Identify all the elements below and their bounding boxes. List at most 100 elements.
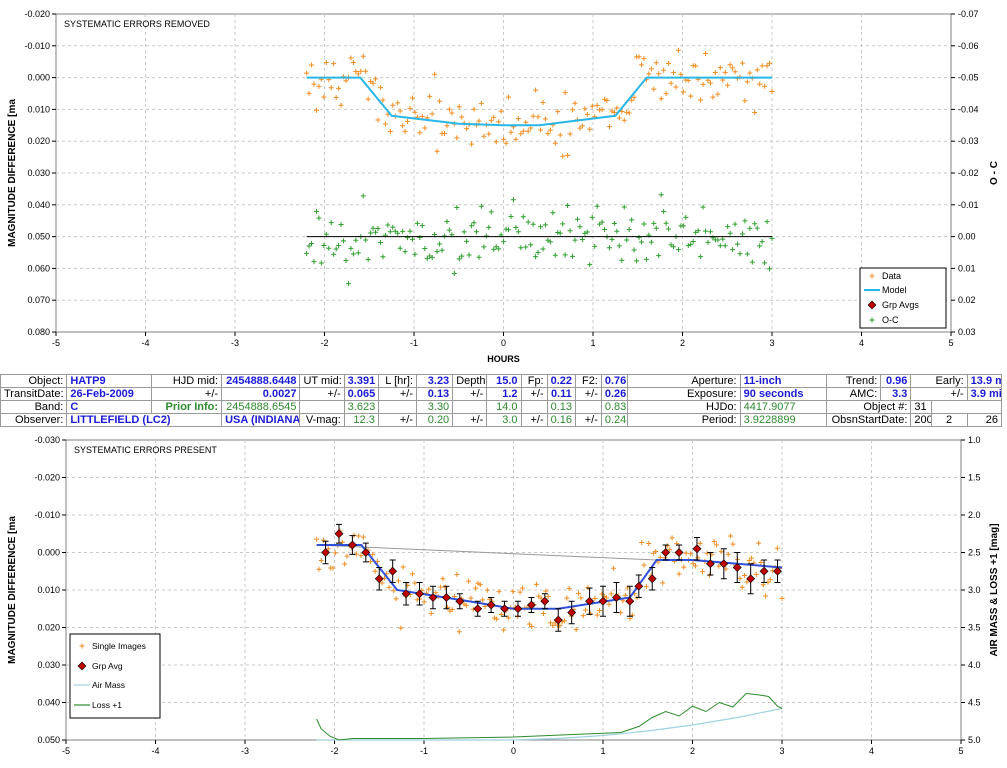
top-legend: Data Model Grp Avgs O-C — [859, 267, 947, 329]
y-tick-label: 0.050 — [27, 232, 50, 242]
y2-tick-label: 0.00 — [958, 232, 976, 242]
depth-err-label: +/- — [452, 387, 488, 401]
hjd-err-value: 0.0027 — [221, 387, 301, 401]
fp-label: Fp: — [520, 374, 548, 388]
y-axis-label: MAGNITUDE DIFFERENCE [ma — [7, 99, 18, 247]
ut-mid-value: 3.391 — [343, 374, 379, 388]
x-tick-label: 4 — [859, 338, 864, 348]
y-tick-label: 0.040 — [27, 200, 50, 210]
depth-prior-err-value: 3.0 — [486, 413, 522, 427]
y-tick-label: 0.040 — [37, 698, 60, 708]
y-tick-label: 0.060 — [27, 263, 50, 273]
legend-oc-label: O-C — [882, 315, 899, 325]
location-value: USA (INDIANA) — [221, 413, 301, 427]
bottom-chart: -5 -4 -3 -2 -1 0 1 2 3 4 5 -0.030 -0.020 -0.010 0.000 0… — [7, 435, 1000, 756]
ut-err-label: +/- — [299, 387, 345, 401]
y2-tick-label: -0.03 — [958, 136, 979, 146]
f2-prior-err-value: 0.24 — [600, 413, 629, 427]
y-tick-label: 0.030 — [37, 660, 60, 670]
obsn-month-value: 2 — [930, 413, 968, 427]
obsn-start-date-label: ObsnStartDate: — [825, 413, 912, 427]
object-number-label: Object #: — [825, 400, 912, 414]
legend-box — [859, 267, 947, 329]
amc-value: 3.3 — [880, 387, 912, 401]
y2-tick-label: -0.02 — [958, 168, 979, 178]
x-tick-label: -2 — [330, 746, 338, 756]
ut-err-value: 0.065 — [343, 387, 379, 401]
x-tick-label: -2 — [320, 338, 328, 348]
chart-title: SYSTEMATIC ERRORS REMOVED — [64, 19, 210, 29]
early-err-value: 3.9 min — [966, 387, 1003, 401]
prior-hjd-value: 2454888.6545 — [221, 400, 301, 414]
x-tick-label: 0 — [501, 338, 506, 348]
x-tick-label: 1 — [590, 338, 595, 348]
trend-value: 0.96 — [880, 374, 912, 388]
obsn-day-value: 26 — [966, 413, 1003, 427]
prior-length-value: 3.30 — [416, 400, 454, 414]
x-axis-label: HOURS — [487, 354, 520, 364]
y2-tick-label: 2.0 — [968, 510, 981, 520]
y2-tick-label: 1.0 — [968, 435, 981, 445]
y2-tick-label: -0.06 — [958, 41, 979, 51]
y2-tick-label: 3.0 — [968, 585, 981, 595]
band-value: C — [66, 400, 152, 414]
y2-tick-label: 0.01 — [958, 263, 976, 273]
object-number-value: 31 — [910, 400, 932, 414]
exposure-value: 90 seconds — [739, 387, 828, 401]
y-tick-label: 0.030 — [27, 168, 50, 178]
trend-label: Trend: — [825, 374, 882, 388]
depth-err-value: 1.2 — [486, 387, 522, 401]
legend-grp-label: Grp Avgs — [882, 300, 919, 310]
y2-tick-label: -0.04 — [958, 104, 979, 114]
y2-axis-label: AIR MASS & LOSS +1 [mag] — [989, 523, 1000, 656]
bottom-legend: Single Images Grp Avg Air Mass Loss +1 — [69, 633, 161, 719]
x-tick-label: -4 — [151, 746, 159, 756]
f2-value: 0.76 — [600, 374, 629, 388]
y2-tick-label: -0.07 — [958, 9, 979, 19]
aperture-label: Aperture: — [627, 374, 741, 388]
x-tick-label: -5 — [52, 338, 60, 348]
y-tick-label: -0.020 — [24, 9, 50, 19]
y2-tick-label: 2.5 — [968, 548, 981, 558]
x-tick-label: 2 — [680, 338, 685, 348]
y-tick-label: -0.020 — [34, 473, 60, 483]
early-err-label: +/- — [910, 387, 968, 401]
y2-tick-label: 4.0 — [968, 660, 981, 670]
ut-mid-label: UT mid: — [299, 374, 345, 388]
fp-err-label: +/- — [520, 387, 548, 401]
x-tick-label: 3 — [779, 746, 784, 756]
hjdo-label: HJDo: — [627, 400, 741, 414]
y2-tick-label: 0.02 — [958, 295, 976, 305]
prior-info-label: Prior Info: — [150, 400, 223, 414]
y-tick-label: -0.010 — [34, 510, 60, 520]
length-label: L [hr]: — [377, 374, 418, 388]
hjd-mid-value: 2454888.6448 — [221, 374, 301, 388]
x-tick-label: 5 — [948, 338, 953, 348]
f2-label: F2: — [574, 374, 602, 388]
transit-info-table: Object: HATP9 HJD mid: 2454888.6448 UT m… — [0, 374, 1003, 427]
x-tick-label: 3 — [769, 338, 774, 348]
depth-label: Depth: — [452, 374, 488, 388]
x-tick-label: 5 — [958, 746, 963, 756]
x-tick-label: -1 — [420, 746, 428, 756]
legend-grpavg-label: Grp Avg — [92, 661, 123, 671]
legend-single-label: Single Images — [92, 641, 146, 651]
band-label: Band: — [0, 400, 68, 414]
y2-axis-label: O - C — [989, 161, 1000, 185]
y2-tick-label: -0.05 — [958, 73, 979, 83]
legend-loss-label: Loss +1 — [92, 700, 122, 710]
x-tick-label: -4 — [141, 338, 149, 348]
prior-f2-value: 0.83 — [600, 400, 629, 414]
y-tick-label: 0.070 — [27, 295, 50, 305]
depth-value: 15.0 — [486, 374, 522, 388]
length-value: 3.23 — [416, 374, 454, 388]
observer-value: LITTLEFIELD (LC2) — [66, 413, 223, 427]
length-prior-err-value: 0.20 — [416, 413, 454, 427]
y-tick-label: 0.020 — [37, 623, 60, 633]
transit-date-label: TransitDate: — [0, 387, 68, 401]
length-err-label: +/- — [377, 387, 418, 401]
fp-value: 0.22 — [546, 374, 576, 388]
length-err-value: 0.13 — [416, 387, 454, 401]
y-tick-label: 0.050 — [37, 735, 60, 745]
top-chart: -5 -4 -3 -2 -1 0 1 2 3 4 5 -0.020 -0.010 0.000 0.010 0.… — [7, 9, 1000, 364]
